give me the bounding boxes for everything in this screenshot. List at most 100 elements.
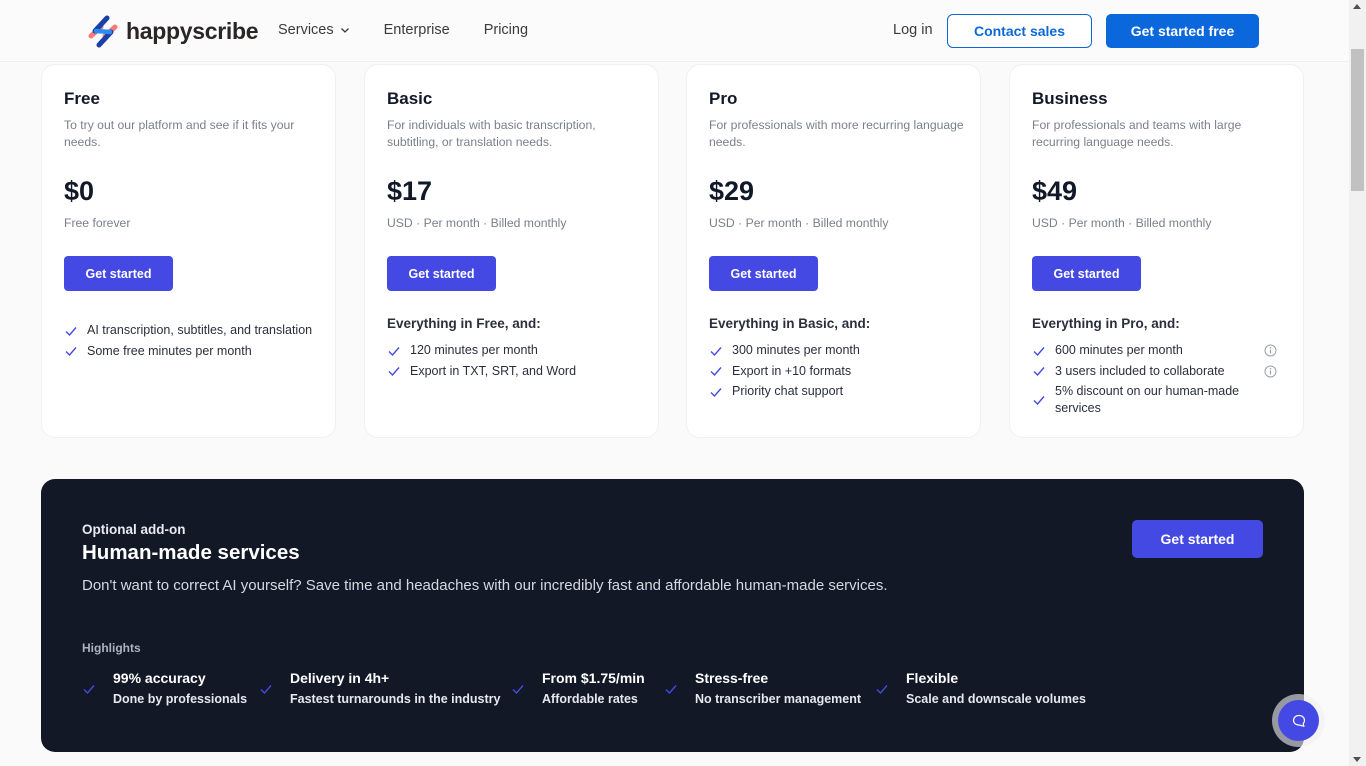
get-started-button[interactable]: Get started — [387, 256, 496, 291]
chat-launcher-button[interactable] — [1278, 700, 1319, 741]
scroll-down-arrow-icon[interactable] — [1353, 757, 1361, 762]
addon-get-started-button[interactable]: Get started — [1132, 520, 1263, 558]
check-icon — [388, 367, 400, 377]
feature-item: 300 minutes per month — [709, 342, 959, 359]
feature-item: Some free minutes per month — [64, 343, 314, 360]
check-icon — [260, 685, 272, 695]
features-heading: Everything in Basic, and: — [709, 316, 871, 331]
highlight-title: 99% accuracy — [113, 670, 206, 686]
feature-text: Export in +10 formats — [732, 363, 852, 378]
check-icon — [710, 367, 722, 377]
check-icon — [1033, 367, 1045, 377]
human-services-addon-panel: Optional add-on Human-made services Don'… — [41, 479, 1304, 752]
scroll-up-arrow-icon[interactable] — [1353, 4, 1361, 9]
check-icon — [710, 346, 722, 356]
highlight-title: Delivery in 4h+ — [290, 670, 390, 686]
feature-text: 5% discount on our human-made services — [1055, 384, 1240, 415]
check-icon — [65, 347, 77, 357]
plan-name: Pro — [709, 89, 738, 108]
check-icon — [1033, 396, 1045, 406]
plan-name: Free — [64, 89, 100, 108]
plan-card-basic: Basic For individuals with basic transcr… — [364, 64, 659, 438]
features-heading: Everything in Free, and: — [387, 316, 541, 331]
nav-item-label: Services — [278, 22, 334, 38]
nav-item-services[interactable]: Services — [278, 22, 350, 38]
addon-title: Human-made services — [82, 541, 300, 564]
plan-price: $0 — [64, 176, 95, 206]
feature-text: 300 minutes per month — [732, 343, 860, 357]
feature-item: Priority chat support — [709, 383, 959, 400]
highlight-item: From $1.75/min Affordable rates — [511, 670, 645, 706]
nav-item-enterprise[interactable]: Enterprise — [384, 22, 450, 38]
plan-name: Business — [1032, 89, 1108, 108]
feature-item: 600 minutes per month — [1032, 342, 1277, 359]
feature-text: 600 minutes per month — [1055, 343, 1183, 357]
get-started-button[interactable]: Get started — [1032, 256, 1141, 291]
highlight-subtitle: No transcriber management — [695, 692, 862, 706]
feature-text: 3 users included to collaborate — [1055, 363, 1225, 378]
check-icon — [83, 685, 95, 695]
feature-text: 120 minutes per month — [410, 343, 538, 357]
feature-item: AI transcription, subtitles, and transla… — [64, 322, 314, 339]
highlight-item: Stress-free No transcriber management — [664, 670, 861, 706]
addon-eyebrow: Optional add-on — [82, 522, 186, 537]
login-link[interactable]: Log in — [893, 22, 933, 38]
get-started-button[interactable]: Get started — [709, 256, 818, 291]
feature-list: 120 minutes per month Export in TXT, SRT… — [387, 342, 637, 383]
feature-item: Export in +10 formats — [709, 363, 959, 380]
check-icon — [710, 387, 722, 397]
feature-item: Export in TXT, SRT, and Word — [387, 363, 637, 380]
chevron-down-icon — [340, 28, 349, 33]
feature-text: Export in TXT, SRT, and Word — [410, 363, 577, 378]
get-started-free-button[interactable]: Get started free — [1106, 14, 1259, 48]
check-icon — [388, 346, 400, 356]
addon-subtitle: Don't want to correct AI yourself? Save … — [82, 577, 888, 594]
plan-description: To try out our platform and see if it fi… — [64, 118, 295, 149]
check-icon — [1033, 346, 1045, 356]
feature-list: AI transcription, subtitles, and transla… — [64, 322, 314, 363]
check-icon — [512, 685, 524, 695]
nav-item-pricing[interactable]: Pricing — [484, 22, 528, 38]
highlight-title: Stress-free — [695, 670, 769, 686]
plan-name: Basic — [387, 89, 433, 108]
top-navigation-bar: happyscribe Services Enterprise Pricing … — [0, 0, 1349, 62]
main-nav: Services Enterprise Pricing — [278, 22, 562, 38]
feature-text: Some free minutes per month — [87, 343, 252, 358]
plan-price: $17 — [387, 176, 433, 206]
nav-item-label: Enterprise — [383, 22, 450, 38]
plan-billing: USD · Per month · Billed monthly — [709, 216, 889, 230]
highlight-subtitle: Fastest turnarounds in the industry — [290, 692, 501, 706]
features-heading: Everything in Pro, and: — [1032, 316, 1180, 331]
check-icon — [876, 685, 888, 695]
plan-price: $49 — [1032, 176, 1078, 206]
highlight-subtitle: Affordable rates — [542, 692, 638, 706]
brand-logo[interactable]: happyscribe — [85, 14, 259, 48]
highlight-subtitle: Scale and downscale volumes — [906, 692, 1086, 706]
feature-list: 300 minutes per month Export in +10 form… — [709, 342, 959, 404]
plan-billing: USD · Per month · Billed monthly — [387, 216, 567, 230]
chat-bubble-icon — [1292, 714, 1305, 727]
brand-name: happyscribe — [126, 17, 259, 44]
plan-billing: Free forever — [64, 216, 131, 230]
plan-description: For professionals with more recurring la… — [709, 118, 964, 149]
contact-sales-button[interactable]: Contact sales — [947, 14, 1092, 48]
info-icon[interactable] — [1264, 365, 1277, 378]
get-started-button[interactable]: Get started — [64, 256, 173, 291]
scrollbar-thumb[interactable] — [1351, 49, 1364, 191]
plan-price: $29 — [709, 176, 755, 206]
info-icon[interactable] — [1264, 344, 1277, 357]
highlights-label: Highlights — [82, 641, 141, 655]
pricing-page: happyscribe Services Enterprise Pricing … — [0, 0, 1349, 766]
highlight-item: Flexible Scale and downscale volumes — [875, 670, 1086, 706]
feature-item: 3 users included to collaborate — [1032, 363, 1277, 380]
feature-list: 600 minutes per month 3 users included t… — [1032, 342, 1277, 421]
page-scrollbar[interactable] — [1349, 0, 1366, 766]
feature-text: Priority chat support — [732, 384, 844, 398]
highlight-subtitle: Done by professionals — [113, 692, 248, 706]
highlight-item: Delivery in 4h+ Fastest turnarounds in t… — [259, 670, 500, 706]
check-icon — [65, 326, 77, 336]
feature-text: AI transcription, subtitles, and transla… — [87, 323, 313, 337]
plan-description: For professionals and teams with large r… — [1032, 118, 1242, 149]
happyscribe-logo-icon — [88, 15, 118, 48]
highlight-title: Flexible — [906, 670, 959, 686]
